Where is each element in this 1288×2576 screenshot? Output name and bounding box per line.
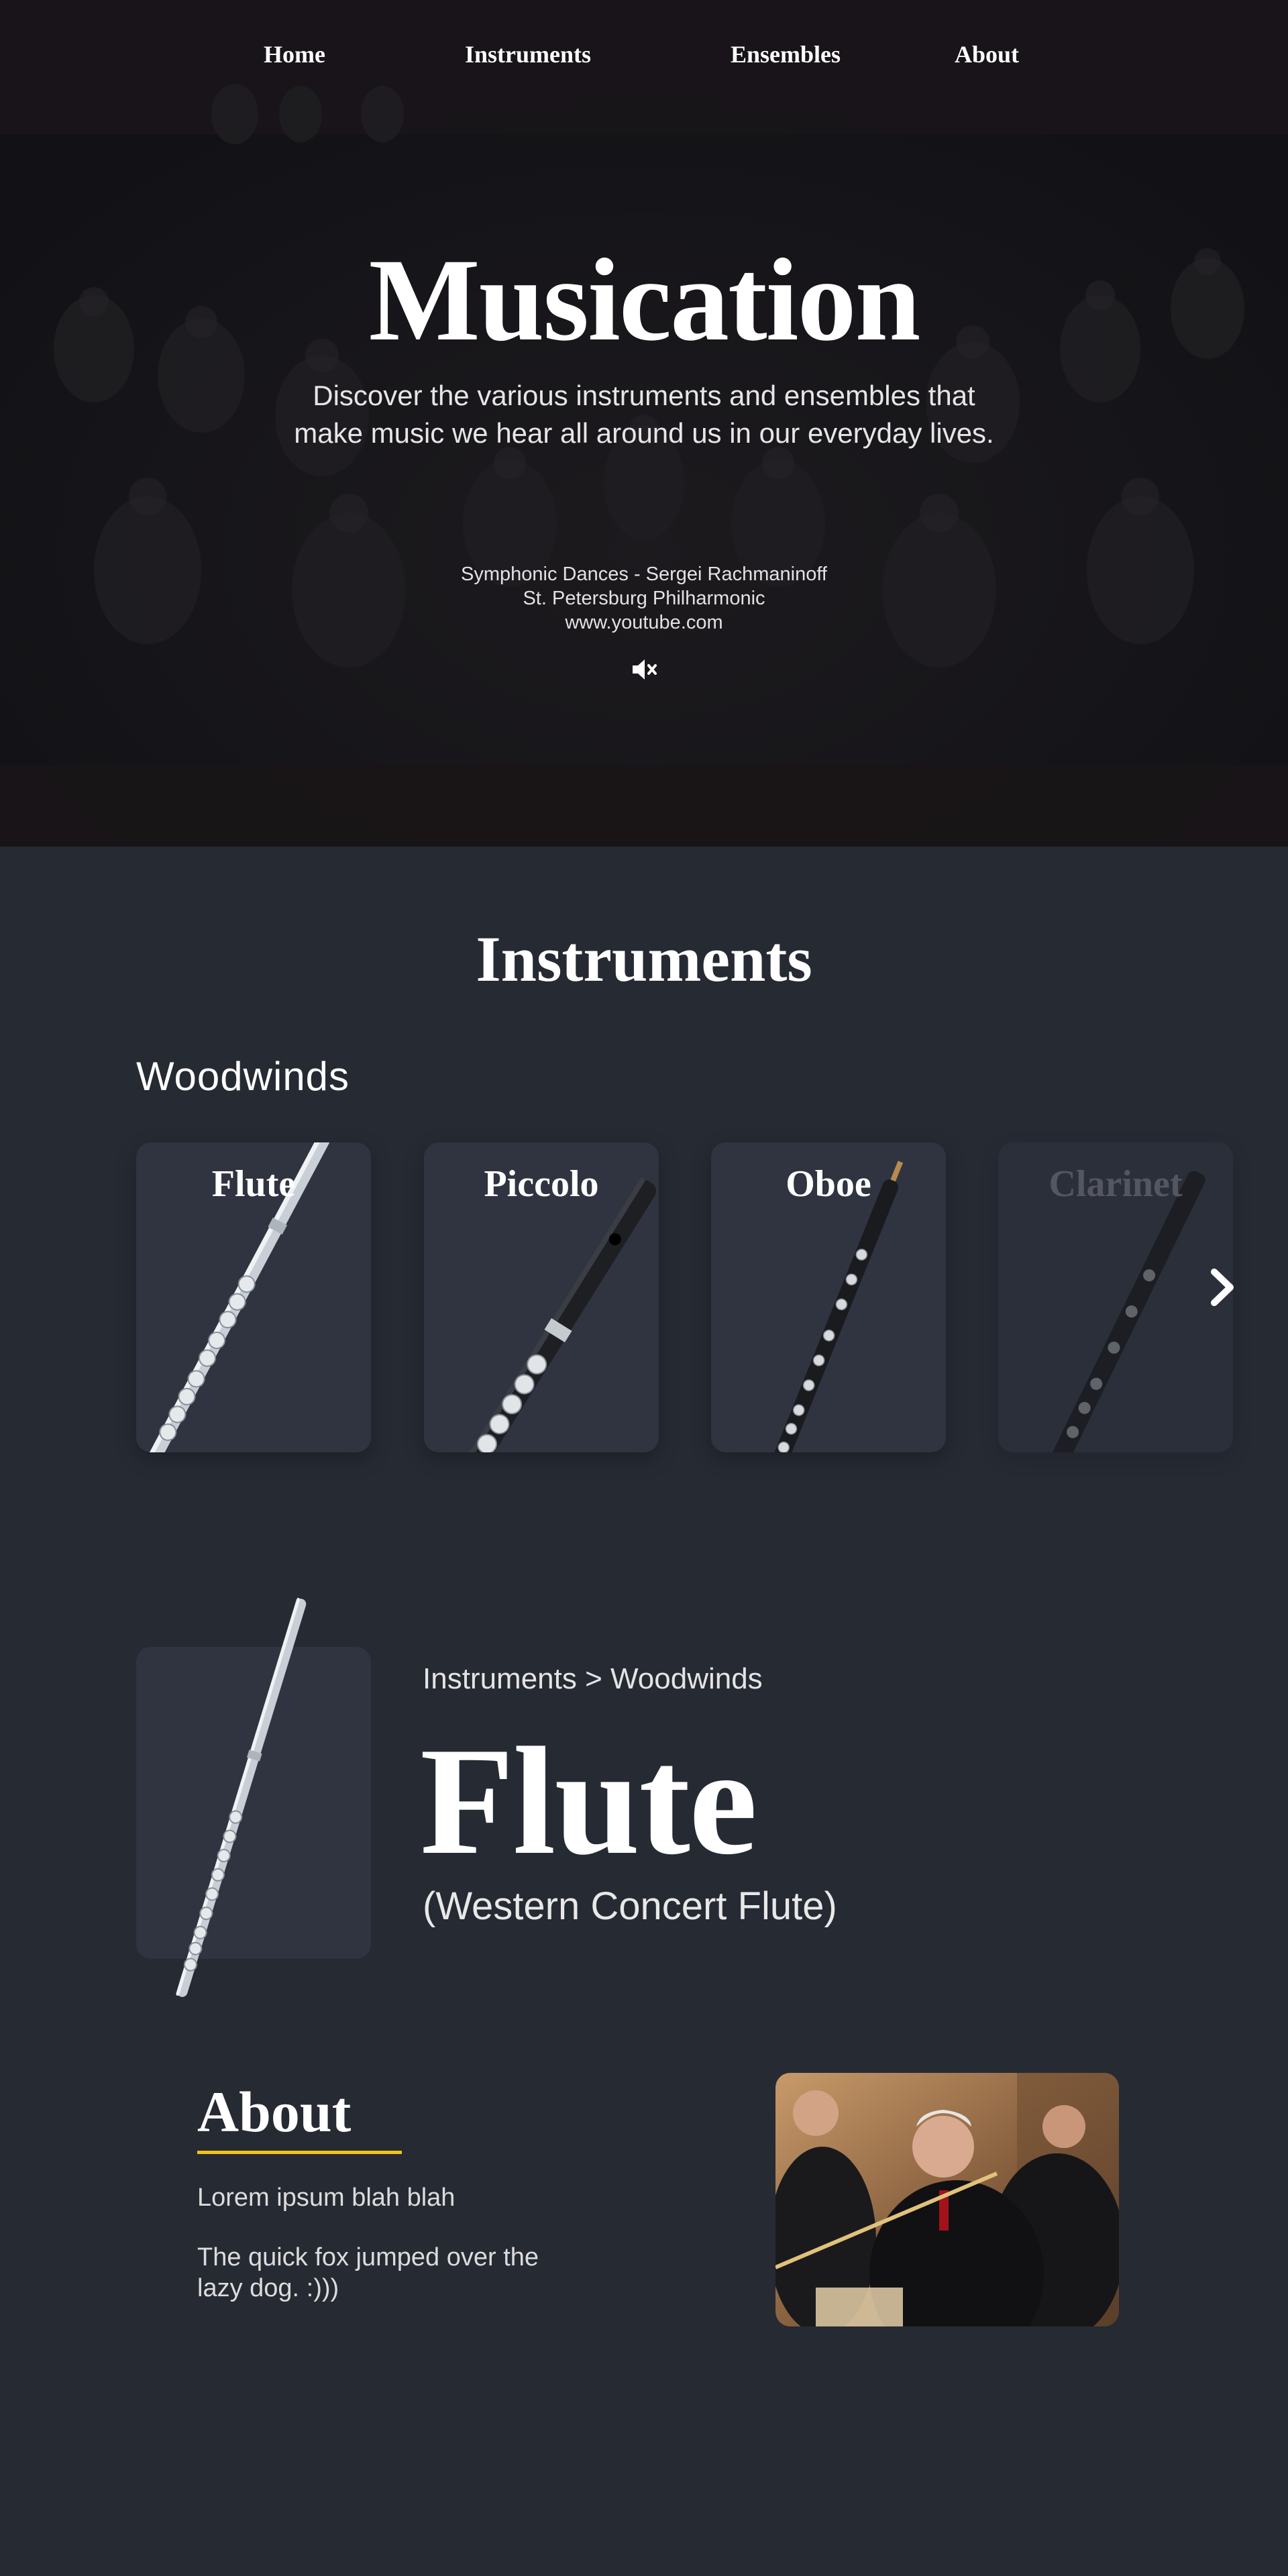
breadcrumb-woodwinds[interactable]: Woodwinds [610,1662,763,1695]
nav-about[interactable]: About [955,40,1019,68]
flutist-photo [775,2073,1119,2326]
page: Home Instruments Ensembles About Musicat… [0,0,1288,2576]
card-title-flute: Flute [211,1163,296,1205]
breadcrumb: Instruments > Woodwinds [423,1662,763,1696]
instrument-card-clarinet[interactable]: Clarinet [998,1142,1233,1452]
credit-performer: St. Petersburg Philharmonic [523,588,765,609]
about-paragraph-2: The quick fox jumped over the lazy dog. … [197,2243,539,2302]
nav-instruments[interactable]: Instruments [465,40,591,68]
site-title: Musication [368,235,921,366]
about-paragraph-1: Lorem ipsum blah blah [197,2184,455,2212]
credit-piece: Symphonic Dances - Sergei Rachmaninoff [461,564,827,585]
video-credits: Symphonic Dances - Sergei Rachmaninoff S… [376,562,912,635]
hero-subtitle-line1: Discover the various instruments and ens… [313,380,975,411]
flute-detail-image [176,1597,307,1997]
hero-subtitle-line2: make music we hear all around us in our … [294,417,994,449]
speaker-muted-icon[interactable] [631,657,659,682]
card-title-piccolo: Piccolo [484,1163,599,1205]
chevron-right-icon[interactable] [1206,1267,1240,1308]
breadcrumb-instruments[interactable]: Instruments [423,1662,577,1695]
about-underline [197,2151,402,2154]
instrument-card-flute[interactable]: Flute [136,1142,371,1452]
card-title-oboe: Oboe [786,1163,871,1205]
breadcrumb-separator: > [585,1662,602,1695]
instrument-subtitle: (Western Concert Flute) [423,1884,837,1928]
instrument-card-oboe[interactable]: Oboe [711,1142,946,1452]
about-heading: About [197,2080,352,2144]
category-heading: Woodwinds [136,1054,350,1099]
credit-source[interactable]: www.youtube.com [376,610,912,635]
hero-subtitle: Discover the various instruments and ens… [215,377,1073,452]
card-title-clarinet: Clarinet [1049,1163,1183,1205]
hero-section: Home Instruments Ensembles About Musicat… [0,0,1288,847]
instrument-card-piccolo[interactable]: Piccolo [424,1142,659,1452]
main-nav: Home Instruments Ensembles About [0,40,1288,80]
nav-ensembles[interactable]: Ensembles [731,40,841,68]
nav-home[interactable]: Home [264,40,325,68]
instrument-title: Flute [420,1715,757,1886]
instruments-heading: Instruments [476,923,812,995]
